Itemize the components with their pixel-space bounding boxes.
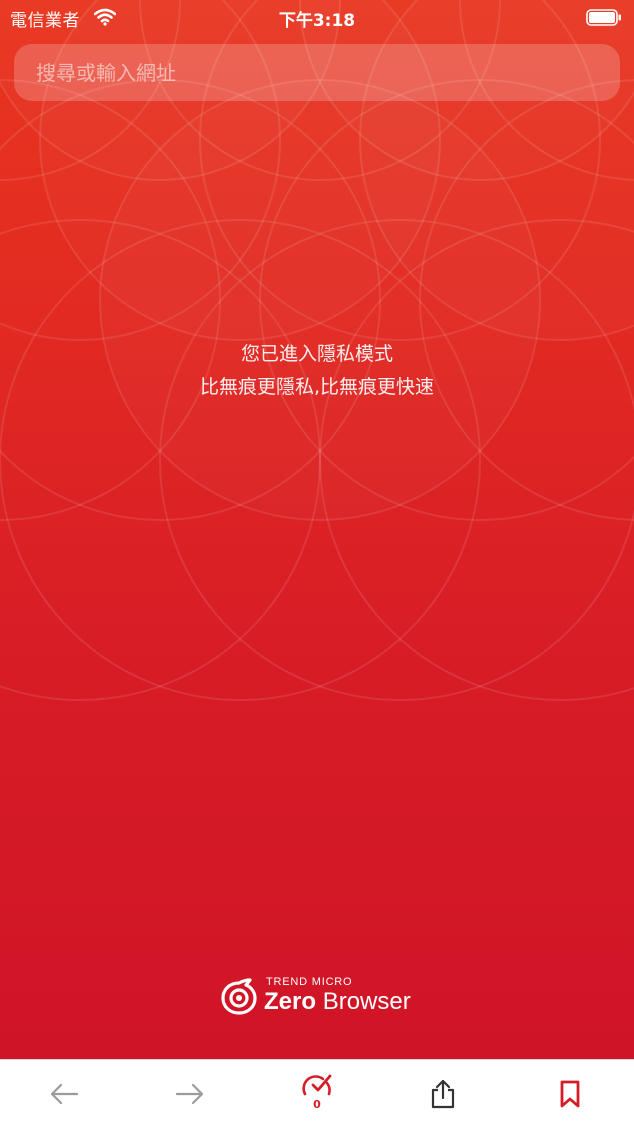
brand-product-light: Browser	[322, 988, 411, 1015]
status-bar: 電信業者 下午3:18	[0, 0, 634, 34]
brand-logo: TREND MICRO Zero Browser	[220, 974, 420, 1018]
zero-browser-logo-icon	[221, 978, 257, 1015]
speedometer-check-icon	[302, 1074, 332, 1096]
arrow-right-icon	[175, 1083, 204, 1105]
share-icon	[431, 1079, 455, 1109]
forward-button[interactable]	[168, 1072, 212, 1116]
brand-product-bold: Zero	[264, 988, 317, 1015]
private-mode-background	[0, 0, 634, 1059]
private-mode-message: 您已進入隱私模式 比無痕更隱私,比無痕更快速	[0, 338, 634, 404]
tracker-blocker-button[interactable]: 0	[295, 1072, 339, 1116]
private-browsing-screen: 電信業者 下午3:18 您已進入隱私模式 比無痕更隱私,比無痕更快速 TREND…	[0, 0, 634, 1127]
clock: 下午3:18	[278, 11, 356, 31]
bookmark-button[interactable]	[548, 1072, 592, 1116]
bottom-toolbar: 0	[0, 1059, 634, 1127]
bookmark-icon	[560, 1080, 580, 1108]
search-input[interactable]	[34, 59, 598, 86]
private-mode-title: 您已進入隱私模式	[240, 343, 393, 365]
brand-product: Zero Browser	[264, 988, 411, 1016]
private-mode-subtitle: 比無痕更隱私,比無痕更快速	[199, 376, 435, 398]
arrow-left-icon	[50, 1083, 79, 1105]
battery-icon	[586, 9, 621, 26]
share-button[interactable]	[421, 1072, 465, 1116]
back-button[interactable]	[42, 1072, 86, 1116]
tracker-count-badge: 0	[313, 1098, 321, 1111]
address-bar[interactable]	[14, 44, 620, 101]
brand-company: TREND MICRO	[266, 976, 353, 988]
